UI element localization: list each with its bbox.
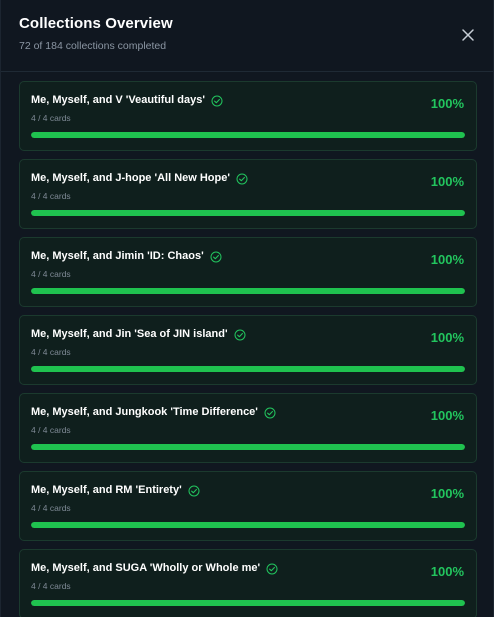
collection-name: Me, Myself, and Jimin 'ID: Chaos' [31,250,204,262]
collection-name: Me, Myself, and V 'Veautiful days' [31,94,205,106]
collection-title-row: Me, Myself, and SUGA 'Wholly or Whole me… [31,562,278,575]
collection-title-row: Me, Myself, and Jungkook 'Time Differenc… [31,406,276,419]
collection-card-count: 4 / 4 cards [31,503,71,513]
collection-card-count: 4 / 4 cards [31,581,71,591]
collection-card[interactable]: Me, Myself, and RM 'Entirety' 4 / 4 card… [19,471,477,541]
collection-name: Me, Myself, and RM 'Entirety' [31,484,182,496]
collection-card[interactable]: Me, Myself, and Jungkook 'Time Differenc… [19,393,477,463]
progress-bar [31,600,465,606]
collection-card[interactable]: Me, Myself, and SUGA 'Wholly or Whole me… [19,549,477,617]
progress-bar [31,210,465,216]
close-icon[interactable] [460,27,476,43]
collection-card[interactable]: Me, Myself, and J-hope 'All New Hope' 4 … [19,159,477,229]
collections-completed-summary: 72 of 184 collections completed [19,40,167,52]
check-circle-icon [210,250,222,263]
collection-name: Me, Myself, and Jin 'Sea of JIN island' [31,328,228,340]
progress-bar-fill [31,210,465,216]
collection-name: Me, Myself, and Jungkook 'Time Differenc… [31,406,258,418]
collection-percent: 100% [430,252,464,267]
modal-title: Collections Overview [19,15,173,32]
check-circle-icon [264,406,276,419]
collection-title-row: Me, Myself, and J-hope 'All New Hope' [31,172,248,185]
collection-percent: 100% [430,174,464,189]
collection-card-count: 4 / 4 cards [31,425,71,435]
progress-bar [31,288,465,294]
check-circle-icon [234,328,246,341]
progress-bar-fill [31,366,465,372]
collection-percent: 100% [430,330,464,345]
collection-card[interactable]: Me, Myself, and Jin 'Sea of JIN island' … [19,315,477,385]
collection-card-count: 4 / 4 cards [31,191,71,201]
progress-bar-fill [31,444,465,450]
collection-title-row: Me, Myself, and Jimin 'ID: Chaos' [31,250,222,263]
progress-bar [31,444,465,450]
progress-bar-fill [31,288,465,294]
check-circle-icon [188,484,200,497]
collections-overview-modal: Collections Overview 72 of 184 collectio… [0,0,494,617]
progress-bar [31,366,465,372]
collection-percent: 100% [430,96,464,111]
progress-bar [31,132,465,138]
collection-name: Me, Myself, and J-hope 'All New Hope' [31,172,230,184]
collection-name: Me, Myself, and SUGA 'Wholly or Whole me… [31,562,261,574]
progress-bar-fill [31,600,465,606]
collection-percent: 100% [430,408,464,423]
collection-card[interactable]: Me, Myself, and Jimin 'ID: Chaos' 4 / 4 … [19,237,477,307]
collection-title-row: Me, Myself, and Jin 'Sea of JIN island' [31,328,246,341]
check-circle-icon [211,94,223,107]
collection-title-row: Me, Myself, and V 'Veautiful days' [31,94,223,107]
collection-card[interactable]: Me, Myself, and V 'Veautiful days' 4 / 4… [19,81,477,151]
collection-percent: 100% [430,564,464,579]
collection-card-count: 4 / 4 cards [31,113,71,123]
progress-bar-fill [31,132,465,138]
check-circle-icon [266,562,278,575]
modal-header: Collections Overview 72 of 184 collectio… [1,0,493,72]
collection-percent: 100% [430,486,464,501]
collection-list[interactable]: Me, Myself, and V 'Veautiful days' 4 / 4… [19,81,477,617]
check-circle-icon [236,172,248,185]
progress-bar-fill [31,522,465,528]
collection-card-count: 4 / 4 cards [31,347,71,357]
collection-title-row: Me, Myself, and RM 'Entirety' [31,484,200,497]
progress-bar [31,522,465,528]
collection-card-count: 4 / 4 cards [31,269,71,279]
